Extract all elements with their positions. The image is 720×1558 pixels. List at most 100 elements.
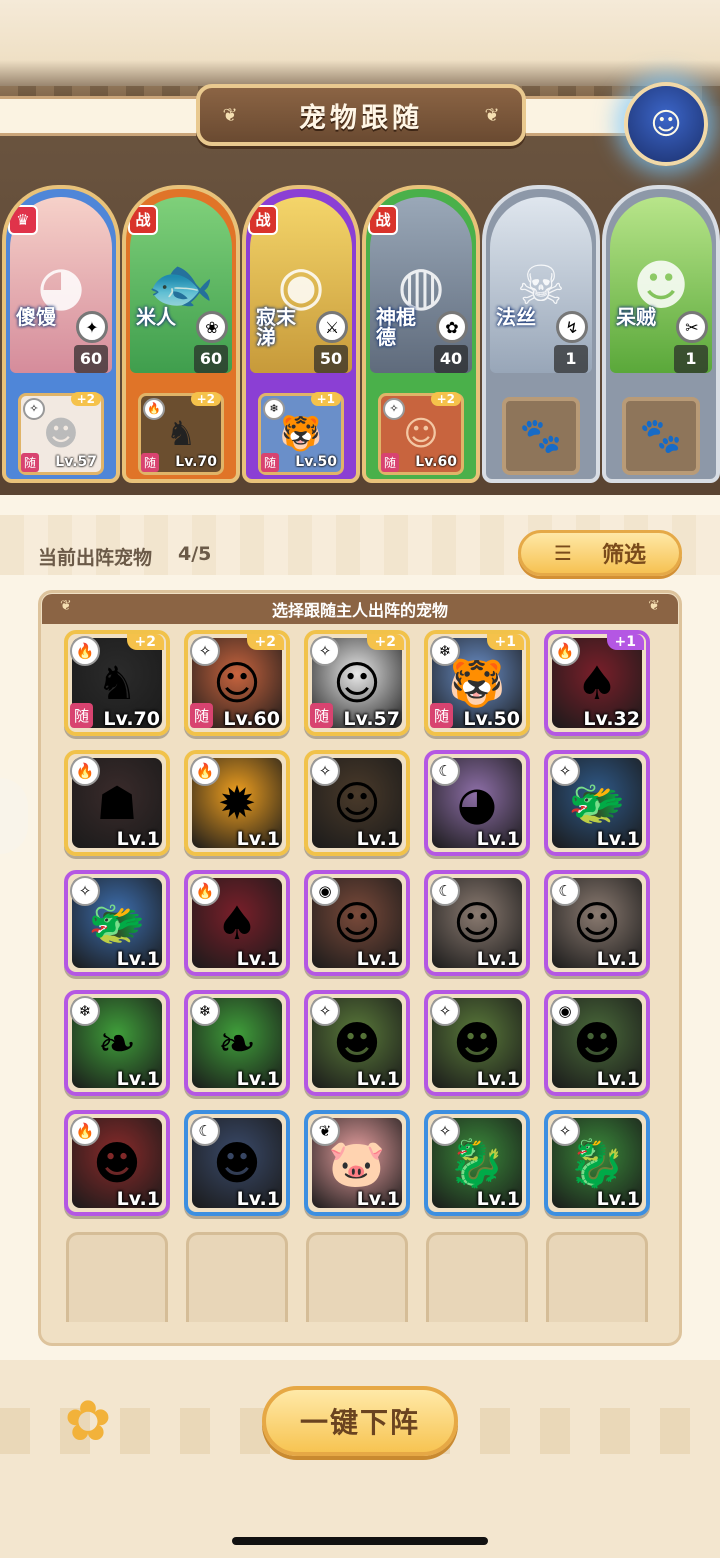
list-icon: ☰ — [554, 541, 572, 565]
pet-card[interactable]: ♞ 🔥 +2 随 Lv.70 — [64, 630, 170, 736]
swirl-left-icon: ❦ — [222, 105, 238, 126]
pet-card[interactable]: 🐲 ✧ Lv.1 — [544, 750, 650, 856]
hero-name: 法丝 — [496, 305, 536, 329]
follow-tag: 随 — [141, 453, 160, 472]
grid-title: 选择跟随主人出阵的宠物 — [271, 601, 448, 620]
filter-label: 筛选 — [601, 543, 646, 568]
pet-card[interactable]: ☻ ✧ Lv.1 — [304, 990, 410, 1096]
fish-bone-icon[interactable]: ✿ — [40, 1392, 136, 1452]
ice-element-icon: ❄ — [70, 996, 100, 1026]
pet-card[interactable]: 🐉 ✧ Lv.1 — [544, 1110, 650, 1216]
pet-card[interactable]: ☺ ✧ +2 随 Lv.57 — [304, 630, 410, 736]
fire-element-icon: 🔥 — [190, 756, 220, 786]
pet-level: Lv.1 — [236, 1068, 280, 1090]
pet-card[interactable]: ♠ 🔥 Lv.1 — [184, 870, 290, 976]
filter-button[interactable]: ☰ 筛选 — [518, 530, 682, 576]
plus-badge: +1 — [606, 634, 644, 650]
battle-icon: 战 — [368, 205, 398, 235]
pet-level: Lv.1 — [356, 828, 400, 850]
player-avatar[interactable]: ☺ — [624, 82, 708, 166]
pet-card[interactable]: 🐉 ✧ Lv.1 — [424, 1110, 530, 1216]
hero-card[interactable]: ◕ ♛ 傻馒 ✦ 60 ✧ ☻ +2 随 Lv.57 — [2, 185, 120, 483]
pet-level: Lv.1 — [476, 1188, 520, 1210]
swirl-right-icon: ❦ — [648, 598, 660, 614]
pet-level: Lv.60 — [415, 454, 457, 470]
pet-card[interactable]: ☻ ◉ Lv.1 — [544, 990, 650, 1096]
swirl-left-icon: ❦ — [60, 598, 72, 614]
hero-card[interactable]: ☻ 呆贼 ✂ 1 🐾 — [602, 185, 720, 483]
pet-card[interactable]: ☺ ✧ Lv.1 — [304, 750, 410, 856]
hero-name: 寂末涕 — [256, 305, 296, 349]
hero-card[interactable]: ◍ 战 神棍德 ✿ 40 ✧ ☺ +2 随 Lv.60 — [362, 185, 480, 483]
hero-card[interactable]: 🐟 战 米人 ❀ 60 🔥 ♞ +2 随 Lv.70 — [122, 185, 240, 483]
pet-level: Lv.1 — [596, 828, 640, 850]
class-icon: ❀ — [196, 311, 228, 343]
pet-level: Lv.1 — [116, 1068, 160, 1090]
undeploy-all-button[interactable]: 一键下阵 — [262, 1386, 458, 1456]
follow-tag: 随 — [381, 453, 400, 472]
pet-card[interactable]: 🐯 ❄ +1 随 Lv.50 — [424, 630, 530, 736]
pet-card[interactable]: ◕ ☾ Lv.1 — [424, 750, 530, 856]
hero-level: 1 — [554, 345, 588, 373]
empty-pet-slot[interactable]: 🐾 — [622, 397, 700, 475]
light-element-icon: ✧ — [310, 996, 340, 1026]
pet-level: Lv.1 — [476, 1068, 520, 1090]
follow-pet-slot[interactable]: ✧ ☻ +2 随 Lv.57 — [18, 392, 104, 475]
empty-pet-slot[interactable]: 🐾 — [502, 397, 580, 475]
pet-card[interactable]: ☺ ✧ +2 随 Lv.60 — [184, 630, 290, 736]
paw-icon: 🐾 — [519, 416, 563, 456]
pet-level: Lv.1 — [476, 948, 520, 970]
eye-element-icon: ◉ — [310, 876, 340, 906]
pet-level: Lv.1 — [116, 828, 160, 850]
hero-name: 傻馒 — [16, 305, 56, 329]
moon-element-icon: ☾ — [430, 756, 460, 786]
pet-card[interactable]: ☻ 🔥 Lv.1 — [64, 1110, 170, 1216]
pet-grid-header: ❦ 选择跟随主人出阵的宠物 ❦ — [42, 594, 678, 624]
pet-card[interactable]: ✹ 🔥 Lv.1 — [184, 750, 290, 856]
follow-tag: 随 — [310, 703, 334, 728]
light-element-icon: ✧ — [190, 636, 220, 666]
light-element-icon: ✧ — [310, 636, 340, 666]
deploy-count: 4/5 — [178, 543, 212, 565]
empty-pet-cell — [306, 1232, 408, 1322]
pet-level: Lv.70 — [175, 454, 217, 470]
hero-level: 60 — [194, 345, 228, 373]
pet-portrait-icon: ☻ — [43, 414, 79, 454]
pet-card[interactable]: ☺ ◉ Lv.1 — [304, 870, 410, 976]
pet-card[interactable]: ☻ ☾ Lv.1 — [184, 1110, 290, 1216]
light-element-icon: ✧ — [550, 1116, 580, 1146]
pet-card[interactable]: 🐲 ✧ Lv.1 — [64, 870, 170, 976]
pet-card[interactable]: ☺ ☾ Lv.1 — [424, 870, 530, 976]
pet-card[interactable]: 🐷 ❦ Lv.1 — [304, 1110, 410, 1216]
follow-pet-slot[interactable]: ❄ 🐯 +1 随 Lv.50 — [258, 392, 344, 475]
hero-card[interactable]: ☠ 法丝 ↯ 1 🐾 — [482, 185, 600, 483]
swirl-right-icon: ❦ — [484, 105, 500, 126]
follow-pet-slot[interactable]: ✧ ☺ +2 随 Lv.60 — [378, 392, 464, 475]
hero-level: 40 — [434, 345, 468, 373]
light-element-icon: ✧ — [70, 876, 100, 906]
ice-element-icon: ❄ — [263, 398, 285, 420]
pet-portrait-icon: 🐯 — [279, 414, 323, 454]
empty-pet-cell — [546, 1232, 648, 1322]
class-icon: ↯ — [556, 311, 588, 343]
pet-card[interactable]: ❧ ❄ Lv.1 — [184, 990, 290, 1096]
pet-portrait-icon: ♞ — [165, 414, 197, 454]
hero-card[interactable]: ◉ 战 寂末涕 ⚔ 50 ❄ 🐯 +1 随 Lv.50 — [242, 185, 360, 483]
pet-level: Lv.32 — [583, 708, 640, 730]
pet-card[interactable]: ❧ ❄ Lv.1 — [64, 990, 170, 1096]
plus-badge: +2 — [190, 392, 221, 406]
pet-portrait-icon: ☺ — [403, 414, 439, 454]
pet-card[interactable]: ♠ 🔥 +1 Lv.32 — [544, 630, 650, 736]
pet-level: Lv.50 — [295, 454, 337, 470]
paw-icon: 🐾 — [639, 416, 683, 456]
pet-card[interactable]: ☻ ✧ Lv.1 — [424, 990, 530, 1096]
class-icon: ⚔ — [316, 311, 348, 343]
pet-card[interactable]: ☺ ☾ Lv.1 — [544, 870, 650, 976]
page-title: 宠物跟随 — [299, 102, 423, 134]
eye-element-icon: ◉ — [550, 996, 580, 1026]
pet-card[interactable]: ☗ 🔥 Lv.1 — [64, 750, 170, 856]
class-icon: ✂ — [676, 311, 708, 343]
follow-pet-slot[interactable]: 🔥 ♞ +2 随 Lv.70 — [138, 392, 224, 475]
plus-badge: +2 — [246, 634, 284, 650]
fire-element-icon: 🔥 — [70, 636, 100, 666]
